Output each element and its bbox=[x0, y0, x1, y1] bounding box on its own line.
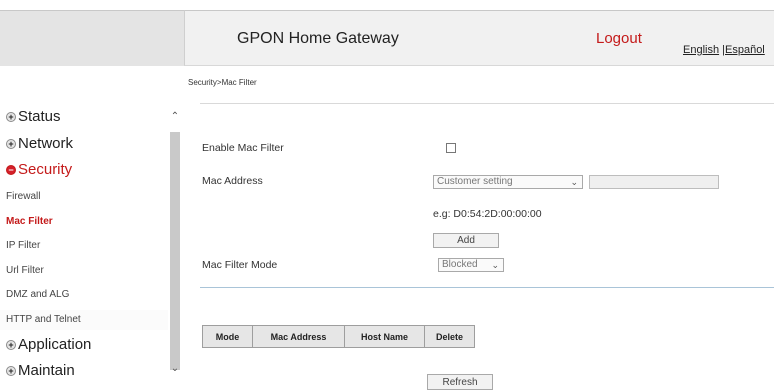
mac-filter-mode-value: Blocked bbox=[442, 259, 478, 270]
plus-circle-icon: + bbox=[6, 111, 16, 122]
column-header-delete: Delete bbox=[424, 325, 475, 348]
mac-filter-mode-select[interactable]: Blocked ⌄ bbox=[438, 258, 504, 272]
sidebar-item-maintain[interactable]: + Maintain bbox=[6, 362, 174, 379]
header-left-panel bbox=[0, 10, 184, 66]
chevron-down-icon: ⌄ bbox=[491, 260, 499, 270]
sidebar-item-dmz-alg[interactable]: DMZ and ALG bbox=[6, 289, 174, 300]
language-switcher: English |Español bbox=[683, 44, 765, 56]
lang-spanish-link[interactable]: Español bbox=[725, 44, 765, 56]
sidebar-item-status[interactable]: + Status bbox=[6, 108, 174, 125]
sidebar-item-firewall[interactable]: Firewall bbox=[6, 191, 174, 202]
section-divider bbox=[200, 287, 774, 288]
chevron-down-icon[interactable]: ⌄ bbox=[170, 364, 180, 374]
column-header-mode: Mode bbox=[202, 325, 253, 348]
sidebar-item-label: Network bbox=[18, 135, 74, 152]
mac-address-input[interactable] bbox=[589, 175, 719, 189]
mac-filter-mode-label: Mac Filter Mode bbox=[202, 259, 278, 271]
minus-circle-icon: − bbox=[6, 164, 16, 175]
refresh-button[interactable]: Refresh bbox=[427, 374, 493, 390]
breadcrumb: Security>Mac Filter bbox=[188, 78, 257, 87]
lang-english-link[interactable]: English bbox=[683, 44, 719, 56]
sidebar-item-ip-filter[interactable]: IP Filter bbox=[6, 240, 174, 251]
sidebar: + Status + Network − Security Firewall M… bbox=[0, 102, 168, 390]
sidebar-item-mac-filter[interactable]: Mac Filter bbox=[6, 216, 174, 227]
sidebar-item-security[interactable]: − Security bbox=[6, 161, 174, 178]
mac-example-text: e.g: D0:54:2D:00:00:00 bbox=[433, 208, 542, 220]
sidebar-item-label: Application bbox=[18, 336, 92, 353]
sidebar-item-label: Security bbox=[18, 161, 73, 178]
plus-circle-icon: + bbox=[6, 339, 16, 350]
sidebar-scrollbar[interactable]: ⌃ ⌄ bbox=[168, 108, 182, 390]
sidebar-item-http-telnet[interactable]: HTTP and Telnet bbox=[6, 314, 174, 325]
brand-title: GPON Home Gateway bbox=[237, 30, 399, 47]
sidebar-item-label: Maintain bbox=[18, 362, 75, 379]
column-header-host-name: Host Name bbox=[344, 325, 425, 348]
header-bar: GPON Home Gateway Logout English |Españo… bbox=[184, 10, 774, 66]
enable-mac-filter-checkbox[interactable] bbox=[446, 143, 456, 153]
sidebar-item-label: Status bbox=[18, 108, 61, 125]
chevron-up-icon[interactable]: ⌃ bbox=[170, 112, 180, 122]
table-header-row: Mode Mac Address Host Name Delete bbox=[202, 325, 475, 348]
add-button[interactable]: Add bbox=[433, 233, 499, 248]
mac-filter-table: Mode Mac Address Host Name Delete bbox=[202, 325, 475, 348]
plus-circle-icon: + bbox=[6, 365, 16, 376]
chevron-down-icon: ⌄ bbox=[570, 177, 578, 187]
divider bbox=[200, 103, 774, 104]
scrollbar-thumb[interactable] bbox=[170, 132, 180, 370]
mac-address-select-value: Customer setting bbox=[437, 176, 513, 187]
sidebar-item-application[interactable]: + Application bbox=[6, 336, 174, 353]
plus-circle-icon: + bbox=[6, 138, 16, 149]
sidebar-item-url-filter[interactable]: Url Filter bbox=[6, 265, 174, 276]
enable-mac-filter-label: Enable Mac Filter bbox=[202, 142, 284, 154]
mac-address-select[interactable]: Customer setting ⌄ bbox=[433, 175, 583, 189]
mac-address-label: Mac Address bbox=[202, 175, 263, 187]
sidebar-item-network[interactable]: + Network bbox=[6, 135, 174, 152]
logout-link[interactable]: Logout bbox=[596, 30, 642, 47]
column-header-mac-address: Mac Address bbox=[252, 325, 345, 348]
